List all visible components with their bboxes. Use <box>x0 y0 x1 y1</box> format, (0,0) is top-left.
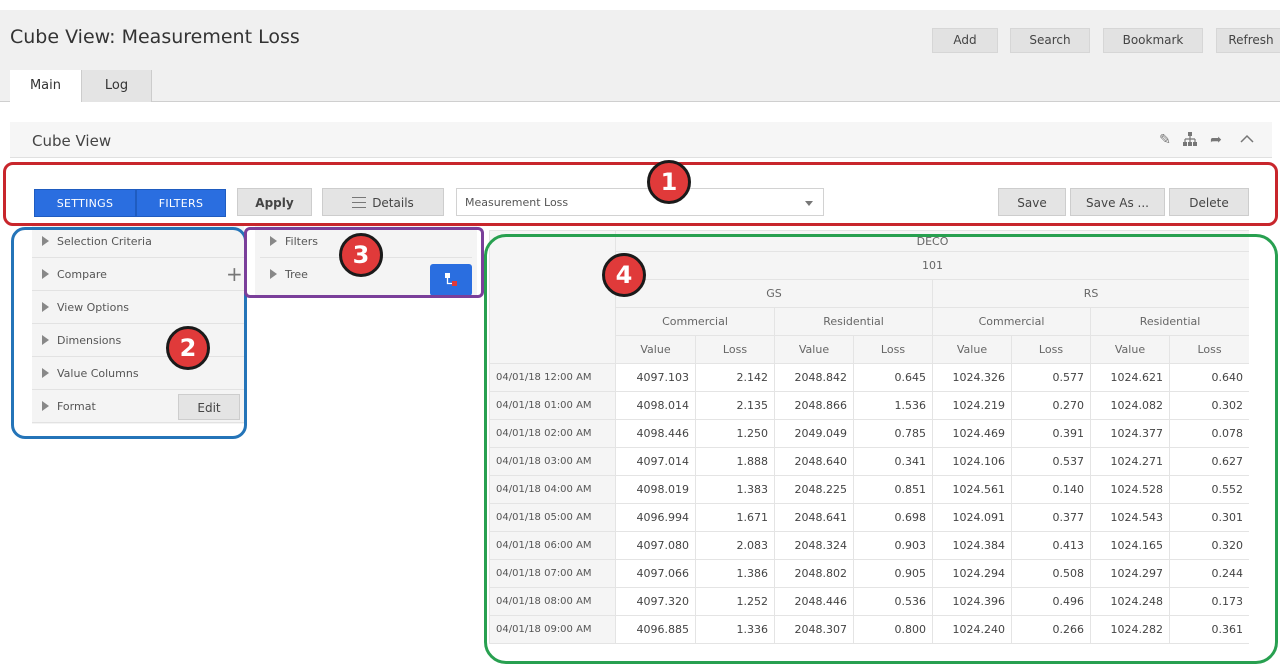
add-button[interactable]: Add <box>932 28 998 53</box>
callout-number-2: 2 <box>166 326 210 370</box>
cube-view-panel-header <box>10 122 1272 158</box>
search-button[interactable]: Search <box>1010 28 1090 53</box>
bookmark-button[interactable]: Bookmark <box>1103 28 1203 53</box>
page-title: Cube View: Measurement Loss <box>10 26 300 48</box>
hierarchy-icon[interactable] <box>1181 131 1199 149</box>
refresh-button[interactable]: Refresh <box>1216 28 1280 53</box>
tab-log[interactable]: Log <box>82 70 152 102</box>
share-icon[interactable]: ➦ <box>1207 131 1225 149</box>
chevron-up-icon[interactable] <box>1238 131 1256 149</box>
app-header <box>0 10 1280 102</box>
callout-ring-2 <box>11 227 247 439</box>
callout-number-4: 4 <box>602 253 646 297</box>
callout-ring-1 <box>3 162 1278 226</box>
edit-icon[interactable]: ✎ <box>1156 131 1174 149</box>
callout-number-1: 1 <box>647 160 691 204</box>
callout-number-3: 3 <box>339 233 383 277</box>
tab-main[interactable]: Main <box>10 70 82 102</box>
panel-title: Cube View <box>32 132 112 150</box>
callout-ring-4 <box>484 234 1278 664</box>
